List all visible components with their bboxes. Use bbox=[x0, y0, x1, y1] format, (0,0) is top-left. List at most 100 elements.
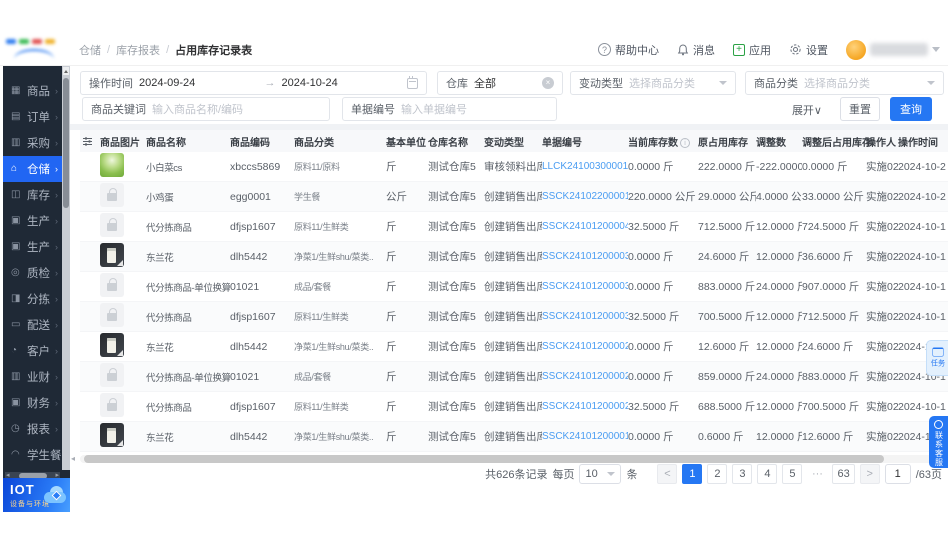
product-thumbnail[interactable] bbox=[100, 393, 124, 417]
col-header[interactable]: 变动类型 bbox=[484, 134, 542, 149]
page-button[interactable]: 5 bbox=[782, 464, 803, 484]
sidebar-item[interactable]: ▭ 配送 › bbox=[3, 312, 62, 338]
page-button[interactable]: 3 bbox=[732, 464, 753, 484]
user-menu[interactable] bbox=[846, 39, 940, 60]
avatar[interactable] bbox=[846, 39, 866, 60]
change-type-filter[interactable]: 变动类型 选择商品分类 bbox=[570, 71, 736, 95]
sidebar-item[interactable]: ◠ 学生餐 bbox=[3, 442, 62, 468]
product-thumbnail[interactable] bbox=[100, 303, 124, 327]
doc-no-link[interactable]: SSCK24101200002 bbox=[542, 401, 628, 412]
clear-icon[interactable]: × bbox=[542, 77, 554, 89]
col-header[interactable]: 单据编号 bbox=[542, 134, 628, 149]
expand-filters-link[interactable]: 展开∨ bbox=[792, 102, 822, 118]
scrollbar-thumb[interactable] bbox=[84, 455, 884, 463]
page-button[interactable]: 1 bbox=[682, 464, 703, 484]
col-header[interactable]: 调整数 bbox=[756, 134, 802, 149]
product-thumbnail[interactable] bbox=[100, 183, 124, 207]
doc-no-link[interactable]: SSCK24101200002 bbox=[542, 341, 628, 352]
scroll-left-arrow-icon[interactable]: ◂ bbox=[71, 454, 75, 463]
scrollbar-thumb[interactable] bbox=[63, 78, 69, 208]
settings-button[interactable]: 设置 bbox=[789, 42, 828, 58]
col-header[interactable]: 当前库存数 i bbox=[628, 134, 698, 149]
product-code-cell: dfjsp1607 bbox=[230, 310, 276, 323]
doc-no-link[interactable]: SSCK24101200003 bbox=[542, 311, 628, 322]
warehouse-filter[interactable]: 仓库 全部 × bbox=[437, 71, 563, 95]
page-button[interactable]: ··· bbox=[807, 464, 827, 484]
table-horizontal-scrollbar[interactable] bbox=[80, 455, 948, 463]
doc-no-link[interactable]: SSCK24101200003 bbox=[542, 281, 628, 292]
sidebar-item[interactable]: ▣ 生产 › bbox=[3, 208, 62, 234]
page-button[interactable]: 63 bbox=[832, 464, 855, 484]
product-thumbnail[interactable] bbox=[100, 243, 124, 267]
messages-button[interactable]: 消息 bbox=[677, 42, 715, 58]
date-from-value[interactable]: 2024-09-24 bbox=[139, 77, 195, 89]
column-settings-icon[interactable] bbox=[80, 136, 100, 147]
date-range-filter[interactable]: 操作时间 2024-09-24 → 2024-10-24 bbox=[80, 71, 427, 95]
info-icon[interactable]: i bbox=[680, 137, 690, 148]
product-thumbnail[interactable] bbox=[100, 423, 124, 447]
doc-no-link[interactable]: SSCK24102200001 bbox=[542, 191, 628, 202]
page-button[interactable]: 4 bbox=[757, 464, 778, 484]
col-header[interactable]: 原占用库存 bbox=[698, 134, 756, 149]
breadcrumb-current: 占用库存记录表 bbox=[175, 45, 253, 57]
col-header[interactable]: 商品名称 bbox=[146, 134, 230, 149]
change-type-placeholder: 选择商品分类 bbox=[629, 78, 695, 90]
scroll-up-arrow-icon[interactable] bbox=[63, 67, 69, 75]
sidebar-item[interactable]: ▣ 财务 › bbox=[3, 390, 62, 416]
sidebar-item[interactable]: ◨ 分拣 › bbox=[3, 286, 62, 312]
keyword-filter[interactable]: 商品关键词 输入商品名称/编码 bbox=[82, 97, 330, 121]
product-thumbnail[interactable] bbox=[100, 363, 124, 387]
date-to-value[interactable]: 2024-10-24 bbox=[282, 77, 338, 89]
doc-no-link[interactable]: SSCK24101200002 bbox=[542, 371, 628, 382]
col-header[interactable]: 操作人 bbox=[866, 134, 898, 149]
help-center-button[interactable]: ? 帮助中心 bbox=[598, 42, 659, 58]
headset-icon bbox=[934, 420, 943, 429]
sidebar-item[interactable]: ◷ 报表 › bbox=[3, 416, 62, 442]
category-filter[interactable]: 商品分类 选择商品分类 bbox=[745, 71, 944, 95]
per-page-select[interactable]: 10 bbox=[579, 464, 622, 484]
warehouse-filter-value[interactable]: 全部 bbox=[474, 75, 496, 91]
search-button[interactable]: 查询 bbox=[890, 97, 932, 121]
contact-support-floating-button[interactable]: 联系客服 bbox=[929, 416, 948, 468]
col-header[interactable]: 基本单位 bbox=[386, 134, 428, 149]
reset-button[interactable]: 重置 bbox=[840, 97, 880, 121]
sidebar-item-label: 订单 bbox=[27, 112, 50, 124]
doc-no-link[interactable]: SSCK24101200001 bbox=[542, 431, 628, 442]
col-header[interactable]: 商品编码 bbox=[230, 134, 294, 149]
page-button[interactable]: 2 bbox=[707, 464, 728, 484]
col-header[interactable]: 商品图片 bbox=[100, 134, 146, 149]
doc-no-link[interactable]: SSCK24101200004 bbox=[542, 221, 628, 232]
sidebar-item[interactable]: ▦ 商品 › bbox=[3, 78, 62, 104]
sidebar-vertical-scrollbar[interactable] bbox=[62, 66, 70, 470]
doc-no-filter[interactable]: 单据编号 输入单据编号 bbox=[342, 97, 557, 121]
sidebar-item[interactable]: ◔ 客户 › bbox=[3, 338, 62, 364]
task-floating-button[interactable]: 任务 bbox=[926, 340, 948, 376]
breadcrumb-section[interactable]: 库存报表 bbox=[116, 42, 160, 58]
product-thumbnail[interactable] bbox=[100, 333, 124, 357]
doc-no-link[interactable]: LLCK24100300001 bbox=[542, 161, 628, 172]
calendar-icon[interactable] bbox=[407, 75, 418, 89]
col-header[interactable]: 商品分类 bbox=[294, 134, 386, 149]
sidebar-item[interactable]: ◎ 质检 › bbox=[3, 260, 62, 286]
sidebar-item[interactable]: ▣ 生产 › bbox=[3, 234, 62, 260]
sidebar-item[interactable]: ▥ 采购 › bbox=[3, 130, 62, 156]
page-button[interactable]: < bbox=[657, 464, 678, 484]
product-thumbnail[interactable] bbox=[100, 273, 124, 297]
doc-no-link[interactable]: SSCK24101200003 bbox=[542, 251, 628, 262]
col-header[interactable]: 操作时间 bbox=[898, 134, 948, 149]
product-thumbnail[interactable] bbox=[100, 213, 124, 237]
page-button[interactable]: > bbox=[859, 464, 880, 484]
sidebar-item-label: 配送 bbox=[27, 320, 50, 332]
page-jump-input[interactable]: 1 bbox=[884, 464, 911, 484]
apps-button[interactable]: + 应用 bbox=[733, 42, 771, 58]
adjust-qty-cell: 12.0000 斤 bbox=[756, 251, 802, 263]
sidebar-item[interactable]: ▥ 业财 › bbox=[3, 364, 62, 390]
sidebar-item[interactable]: ⌂ 仓储 › bbox=[3, 156, 62, 182]
col-header[interactable]: 调整后占用库存 bbox=[802, 134, 872, 149]
base-unit-cell: 斤 bbox=[386, 371, 397, 383]
col-header[interactable]: 仓库名称 bbox=[428, 134, 484, 149]
product-thumbnail[interactable] bbox=[100, 153, 124, 177]
breadcrumb-root[interactable]: 仓储 bbox=[79, 42, 101, 58]
sidebar-item[interactable]: ▤ 订单 › bbox=[3, 104, 62, 130]
sidebar-item[interactable]: ◫ 库存 › bbox=[3, 182, 62, 208]
